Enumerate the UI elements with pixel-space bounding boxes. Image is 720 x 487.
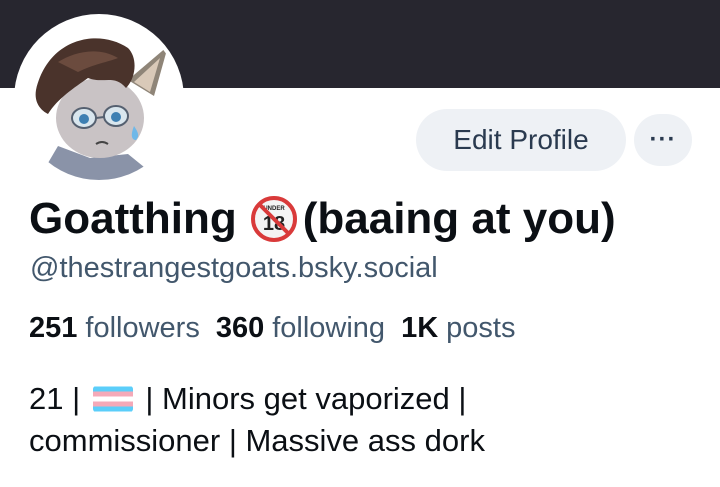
posts-label: posts <box>446 312 516 344</box>
profile-handle[interactable]: @thestrangestgoats.bsky.social <box>30 252 438 285</box>
profile-bio: 21 | | Minors get vaporized | commission… <box>29 378 485 462</box>
bio-line-1: 21 | | Minors get vaporized | <box>29 378 485 420</box>
bio-line-2: commissioner | Massive ass dork <box>29 423 485 458</box>
display-name: Goatthing UNDER 18 (baaing at you) <box>29 192 616 246</box>
ellipsis-icon: ··· <box>649 126 677 153</box>
followers-stat[interactable]: 251 followers <box>29 312 200 345</box>
display-name-prefix: Goatthing <box>29 194 237 243</box>
followers-count: 251 <box>29 312 78 344</box>
bio-line1-suffix: | Minors get vaporized | <box>136 381 467 416</box>
following-stat[interactable]: 360 following <box>216 312 385 345</box>
profile-stats: 251 followers 360 following 1K posts <box>29 312 531 345</box>
edit-profile-button[interactable]: Edit Profile <box>416 109 626 171</box>
avatar[interactable] <box>18 18 180 180</box>
following-label: following <box>272 312 386 344</box>
avatar-frame[interactable] <box>14 14 184 184</box>
transgender-flag-icon <box>92 386 133 412</box>
display-name-suffix: (baaing at you) <box>302 194 616 243</box>
more-options-button[interactable]: ··· <box>634 114 692 166</box>
no-under-18-icon: UNDER 18 <box>250 196 297 242</box>
bio-line1-prefix: 21 | <box>29 381 89 416</box>
posts-stat: 1K posts <box>401 312 515 345</box>
followers-label: followers <box>85 312 200 344</box>
following-count: 360 <box>215 312 265 344</box>
posts-count: 1K <box>401 312 439 344</box>
